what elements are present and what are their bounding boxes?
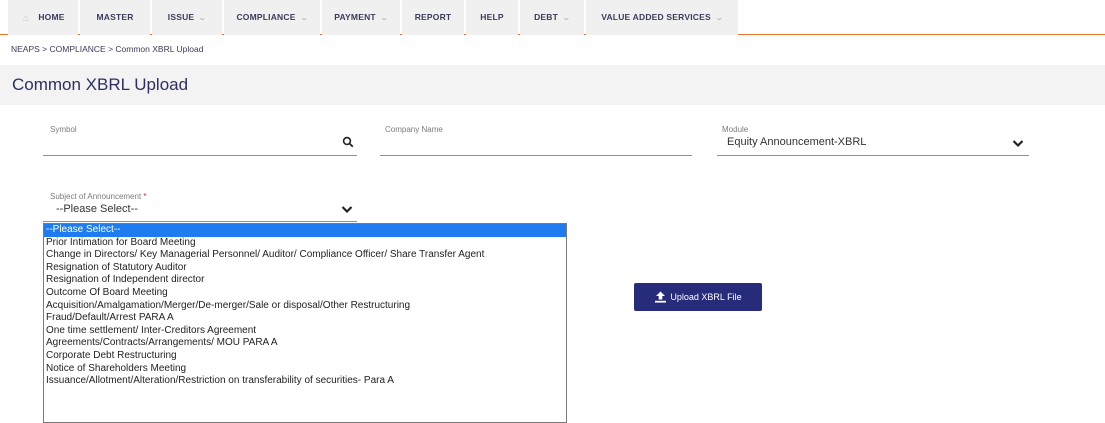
subject-label-text: Subject of Announcement: [50, 192, 142, 201]
subject-label: Subject of Announcement *: [50, 192, 147, 201]
dropdown-option[interactable]: Resignation of Statutory Auditor: [44, 262, 566, 275]
nav-compliance[interactable]: COMPLIANCE ⌄: [224, 0, 320, 35]
dropdown-option[interactable]: Change in Directors/ Key Managerial Pers…: [44, 249, 566, 262]
nav-value-added-services-label: VALUE ADDED SERVICES: [601, 12, 711, 22]
chevron-down-icon[interactable]: [341, 205, 353, 214]
nav-master[interactable]: MASTER: [80, 0, 150, 35]
chevron-down-icon: ⌄: [299, 13, 309, 22]
breadcrumb: NEAPS > COMPLIANCE > Common XBRL Upload: [11, 44, 204, 54]
upload-button-label: Upload XBRL File: [670, 292, 742, 302]
dropdown-option[interactable]: --Please Select--: [44, 224, 566, 237]
top-navigation: ⌂ HOME MASTER ISSUE ⌄ COMPLIANCE ⌄ PAYMENT ⌄…: [0, 0, 1105, 35]
nav-master-label: MASTER: [96, 12, 134, 22]
symbol-input[interactable]: [50, 140, 318, 154]
dropdown-option[interactable]: Acquisition/Amalgamation/Merger/De-merge…: [44, 300, 566, 313]
chevron-down-icon: ⌄: [561, 13, 572, 22]
company-name-input[interactable]: [385, 140, 685, 154]
nav-help[interactable]: HELP: [466, 0, 518, 35]
chevron-down-icon[interactable]: [1012, 139, 1024, 148]
nav-debt[interactable]: DEBT ⌄: [520, 0, 584, 35]
dropdown-option[interactable]: Issuance/Allotment/Alteration/Restrictio…: [44, 375, 566, 388]
nav-report-label: REPORT: [414, 12, 452, 22]
nav-compliance-label: COMPLIANCE: [236, 12, 296, 22]
nav-payment-label: PAYMENT: [334, 12, 376, 22]
company-name-underline: [380, 155, 692, 156]
dropdown-option[interactable]: Resignation of Independent director: [44, 274, 566, 287]
upload-icon: [655, 291, 667, 303]
nav-issue-label: ISSUE: [167, 12, 195, 22]
nav-home-label: HOME: [38, 12, 65, 22]
title-band: Common XBRL Upload: [0, 65, 1105, 105]
module-underline: [717, 155, 1029, 156]
dropdown-option[interactable]: Agreements/Contracts/Arrangements/ MOU P…: [44, 337, 566, 350]
module-select[interactable]: Equity Announcement-XBRL: [727, 136, 866, 148]
symbol-label: Symbol: [50, 125, 77, 134]
nav-value-added-services[interactable]: VALUE ADDED SERVICES ⌄: [586, 0, 738, 35]
subject-select[interactable]: --Please Select--: [56, 203, 138, 215]
chevron-down-icon: ⌄: [197, 13, 208, 22]
company-name-label: Company Name: [385, 125, 443, 134]
nav-payment[interactable]: PAYMENT ⌄: [322, 0, 400, 35]
page-title: Common XBRL Upload: [12, 75, 189, 94]
dropdown-option[interactable]: Prior Intimation for Board Meeting: [44, 237, 566, 250]
nav-report[interactable]: REPORT: [402, 0, 464, 35]
nav-home[interactable]: ⌂ HOME: [8, 0, 78, 35]
chevron-down-icon: ⌄: [714, 13, 725, 22]
upload-xbrl-button[interactable]: Upload XBRL File: [634, 283, 762, 311]
subject-dropdown-list: --Please Select-- Prior Intimation for B…: [43, 223, 567, 423]
subject-underline: [43, 221, 357, 222]
dropdown-option[interactable]: Outcome Of Board Meeting: [44, 287, 566, 300]
home-icon: ⌂: [23, 13, 29, 23]
nav-help-label: HELP: [480, 12, 504, 22]
chevron-down-icon: ⌄: [379, 13, 390, 22]
nav-issue[interactable]: ISSUE ⌄: [152, 0, 222, 35]
module-label: Module: [722, 125, 749, 134]
dropdown-option[interactable]: Corporate Debt Restructuring: [44, 350, 566, 363]
symbol-underline: [43, 155, 357, 156]
required-mark: *: [143, 192, 147, 201]
nav-debt-label: DEBT: [534, 12, 559, 22]
search-icon[interactable]: [342, 136, 354, 148]
dropdown-option[interactable]: Fraud/Default/Arrest PARA A: [44, 312, 566, 325]
dropdown-option[interactable]: One time settlement/ Inter-Creditors Agr…: [44, 325, 566, 338]
dropdown-option[interactable]: Notice of Shareholders Meeting: [44, 363, 566, 376]
